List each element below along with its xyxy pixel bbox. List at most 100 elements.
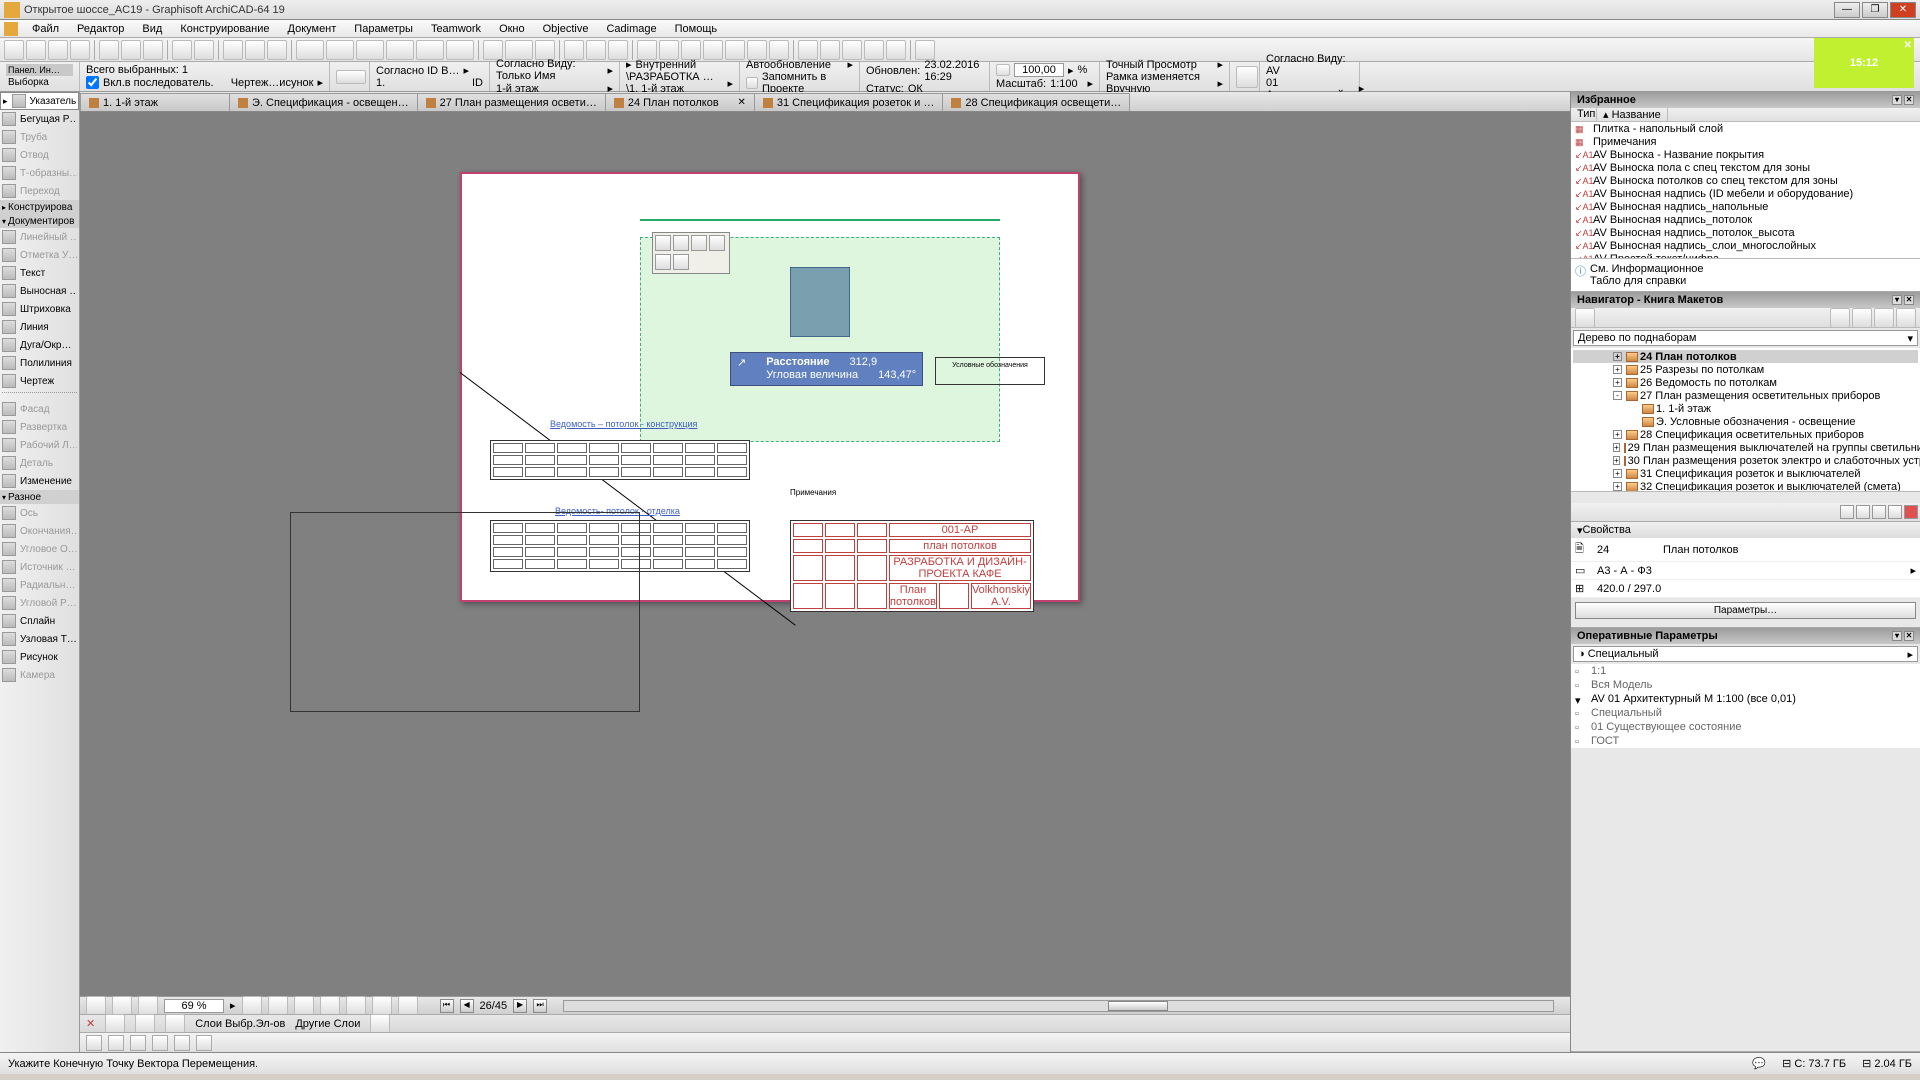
z2-icon[interactable] bbox=[268, 996, 288, 1016]
tool-b-icon[interactable] bbox=[245, 40, 265, 60]
pet-stretch-icon[interactable] bbox=[709, 235, 725, 251]
pet-copy-icon[interactable] bbox=[655, 254, 671, 270]
nav-next-icon[interactable]: ▶ bbox=[513, 999, 527, 1013]
nav-tree-mode-dropdown[interactable]: Дерево по поднаборам▾ bbox=[1573, 330, 1918, 346]
tool-a-icon[interactable] bbox=[223, 40, 243, 60]
nav-book-icon[interactable] bbox=[1874, 308, 1894, 328]
tool-radial[interactable]: Радиальн… bbox=[0, 576, 79, 594]
link-construction[interactable]: Ведомость – потолок - конструкция bbox=[550, 419, 697, 429]
tool-level[interactable]: Отметка У… bbox=[0, 246, 79, 264]
snap-icon[interactable] bbox=[505, 40, 533, 60]
pet-palette[interactable] bbox=[652, 232, 730, 274]
lb3-icon[interactable] bbox=[165, 1014, 185, 1034]
preview-icon[interactable] bbox=[1236, 66, 1258, 88]
scale-icon[interactable] bbox=[996, 64, 1010, 76]
fav-row[interactable]: ↙A1AV Выносная надпись_напольные bbox=[1571, 200, 1920, 213]
pet-elev-icon[interactable] bbox=[673, 254, 689, 270]
tree-row[interactable]: +24 План потолков bbox=[1573, 350, 1918, 363]
pet-mirror-icon[interactable] bbox=[691, 235, 707, 251]
t1-icon[interactable] bbox=[637, 40, 657, 60]
tool-text[interactable]: Текст bbox=[0, 264, 79, 282]
tab-floor1[interactable]: 1. 1-й этаж bbox=[80, 93, 230, 111]
fav-row[interactable]: ↙A1AV Выносная надпись_потолок bbox=[1571, 213, 1920, 226]
lasso-icon[interactable] bbox=[336, 70, 366, 84]
scale-dropdown[interactable]: 1:100 bbox=[1050, 78, 1078, 90]
tool-axis[interactable]: Ось bbox=[0, 504, 79, 522]
lb2-icon[interactable] bbox=[135, 1014, 155, 1034]
tab-spec31[interactable]: 31 Спецификация розеток и … bbox=[754, 93, 943, 111]
tree-row[interactable]: +30 План размещения розеток электро и сл… bbox=[1573, 454, 1918, 467]
hscrollbar[interactable] bbox=[563, 1000, 1554, 1012]
t3-icon[interactable] bbox=[681, 40, 701, 60]
z4-icon[interactable] bbox=[320, 996, 340, 1016]
tool-elevation[interactable]: Фасад bbox=[0, 400, 79, 418]
clock-close-icon[interactable]: ✕ bbox=[1904, 40, 1912, 51]
toolgroup-misc[interactable]: Разное bbox=[0, 490, 79, 504]
qo4-icon[interactable] bbox=[152, 1035, 168, 1051]
pet-rotate-icon[interactable] bbox=[673, 235, 689, 251]
tool-angular[interactable]: Угловое О… bbox=[0, 540, 79, 558]
tool-fill[interactable]: Штриховка bbox=[0, 300, 79, 318]
z6-icon[interactable] bbox=[372, 996, 392, 1016]
toolgroup-design[interactable]: Конструирова bbox=[0, 200, 79, 214]
fav-min-icon[interactable]: ▾ bbox=[1892, 95, 1902, 105]
cut-icon[interactable] bbox=[99, 40, 119, 60]
tool-lindim[interactable]: Линейный … bbox=[0, 228, 79, 246]
draw-dropdown[interactable]: Чертеж…исунок bbox=[231, 77, 314, 89]
op-row[interactable]: ▫01 Существующее состояние bbox=[1571, 720, 1920, 734]
qo2-icon[interactable] bbox=[108, 1035, 124, 1051]
lb1-icon[interactable] bbox=[105, 1014, 125, 1034]
z5-icon[interactable] bbox=[346, 996, 366, 1016]
t6-icon[interactable] bbox=[747, 40, 767, 60]
tree-row[interactable]: +31 Спецификация розеток и выключателей bbox=[1573, 467, 1918, 480]
menu-document[interactable]: Документ bbox=[280, 21, 345, 37]
nav-close-icon[interactable]: ✕ bbox=[1904, 295, 1914, 305]
tool-camera[interactable]: Камера bbox=[0, 666, 79, 684]
tool-figure[interactable]: Рисунок bbox=[0, 648, 79, 666]
open-icon[interactable] bbox=[26, 40, 46, 60]
navigator-tree[interactable]: +24 План потолков+25 Разрезы по потолкам… bbox=[1571, 348, 1920, 491]
grid1-icon[interactable] bbox=[564, 40, 584, 60]
z7-icon[interactable] bbox=[398, 996, 418, 1016]
tab-plan24[interactable]: 24 План потолков✕ bbox=[605, 93, 755, 111]
tool-change[interactable]: Изменение bbox=[0, 472, 79, 490]
scale-input[interactable] bbox=[1014, 63, 1064, 77]
minimize-button[interactable]: — bbox=[1834, 2, 1860, 18]
z1-icon[interactable] bbox=[242, 996, 262, 1016]
parameters-button[interactable]: Параметры… bbox=[1575, 602, 1916, 619]
mode5-icon[interactable] bbox=[416, 40, 444, 60]
zoom-input[interactable] bbox=[164, 999, 224, 1013]
t5-icon[interactable] bbox=[725, 40, 745, 60]
menu-window[interactable]: Окно bbox=[491, 21, 533, 37]
tree-row[interactable]: +32 Спецификация розеток и выключателей … bbox=[1573, 480, 1918, 491]
save-icon[interactable] bbox=[48, 40, 68, 60]
tool-end[interactable]: Окончания… bbox=[0, 522, 79, 540]
toolgroup-document[interactable]: Документиров bbox=[0, 214, 79, 228]
tool-worksheet[interactable]: Рабочий Л… bbox=[0, 436, 79, 454]
prop-format-dropdown[interactable]: А3 - А - Ф3 bbox=[1597, 565, 1904, 577]
op-row[interactable]: ▫ГОСТ bbox=[1571, 734, 1920, 748]
nt3-icon[interactable] bbox=[1872, 505, 1886, 519]
mode2-icon[interactable] bbox=[326, 40, 354, 60]
tool-pipe[interactable]: Труба bbox=[0, 128, 79, 146]
t7-icon[interactable] bbox=[769, 40, 789, 60]
menu-help[interactable]: Помощь bbox=[667, 21, 726, 37]
store-icon[interactable] bbox=[746, 77, 758, 89]
properties-header[interactable]: ▾ Свойства bbox=[1571, 522, 1920, 538]
qo6-icon[interactable] bbox=[196, 1035, 212, 1051]
c2-icon[interactable] bbox=[820, 40, 840, 60]
op-row[interactable]: ▾AV 01 Архитектурный М 1:100 (все 0,01) bbox=[1571, 692, 1920, 706]
tool-detail[interactable]: Деталь bbox=[0, 454, 79, 472]
mode3-icon[interactable] bbox=[356, 40, 384, 60]
tool-interior[interactable]: Развертка bbox=[0, 418, 79, 436]
c5-icon[interactable] bbox=[886, 40, 906, 60]
pet-move-icon[interactable] bbox=[655, 235, 671, 251]
menu-design[interactable]: Конструирование bbox=[172, 21, 277, 37]
copy-icon[interactable] bbox=[121, 40, 141, 60]
zoom-prev-icon[interactable] bbox=[138, 996, 158, 1016]
menu-cadimage[interactable]: Cadimage bbox=[598, 21, 664, 37]
tree-row[interactable]: 1. 1-й этаж bbox=[1573, 402, 1918, 415]
tab-plan27[interactable]: 27 План размещения освети… bbox=[417, 93, 606, 111]
ops-min-icon[interactable]: ▾ bbox=[1892, 631, 1902, 641]
tab-spec-light[interactable]: Э. Спецификация - освещен… bbox=[229, 93, 418, 111]
